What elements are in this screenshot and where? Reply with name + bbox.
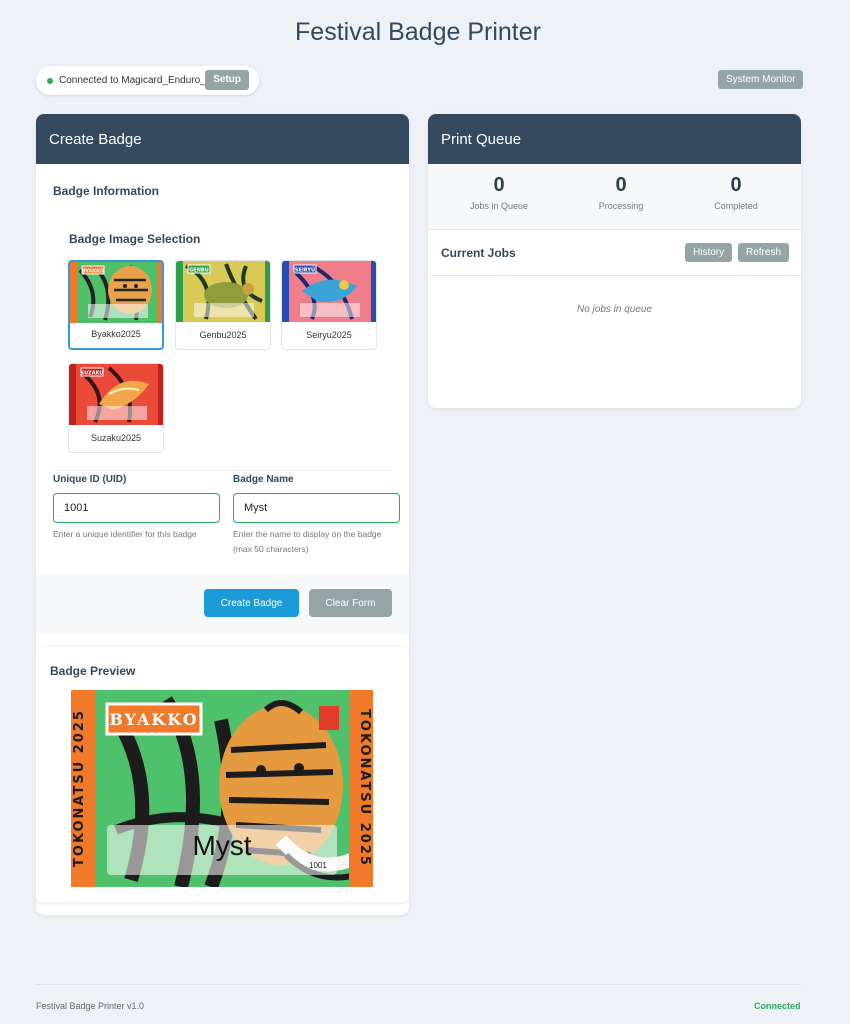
- connection-status: Connected to Magicard_Enduro_ Setup: [36, 66, 259, 95]
- badge-name-label: Badge Name: [233, 474, 294, 485]
- divider: [53, 470, 392, 471]
- badge-image-option[interactable]: SEIRYŪ Seiryu2025: [281, 260, 377, 350]
- thumb-label: Byakko2025: [91, 329, 141, 339]
- refresh-button[interactable]: Refresh: [738, 243, 790, 262]
- connection-text: Connected to Magicard_Enduro_: [59, 75, 206, 86]
- current-jobs-header: Current Jobs History Refresh: [428, 230, 801, 276]
- thumb-tag: SEIRYŪ: [295, 267, 315, 274]
- stat-label: Processing: [598, 201, 644, 211]
- badge-name-help: Enter the name to display on the badge (…: [233, 527, 381, 557]
- stat-value: 0: [730, 174, 742, 196]
- badge-image-option[interactable]: BYAKKO Byakko2025: [68, 260, 164, 350]
- footer-status: Connected: [754, 1001, 801, 1011]
- stat-label: Completed: [714, 201, 758, 211]
- badge-information-title: Badge Information: [53, 184, 160, 198]
- empty-queue-message: No jobs in queue: [576, 304, 653, 315]
- genbu-thumbnail: GENBU: [176, 261, 270, 322]
- seiryu-thumbnail: SEIRYŪ: [282, 261, 376, 322]
- badge-name-help-line1: Enter the name to display on the badge: [233, 529, 382, 539]
- thumb-tag: SUZAKU: [80, 371, 103, 377]
- thumb-label: Genbu2025: [199, 330, 247, 340]
- badge-image-option[interactable]: GENBU Genbu2025: [175, 260, 271, 350]
- byakko-thumbnail: BYAKKO: [70, 262, 162, 323]
- footer-divider: [36, 984, 801, 985]
- badge-preview-image: TOKONATSU 2025 TOKONATSU 2025 BYAKKO Mys…: [71, 690, 373, 890]
- print-queue-header: Print Queue: [428, 114, 801, 164]
- thumb-label: Suzaku2025: [90, 433, 142, 443]
- badge-name-help-line2: (max 50 characters): [233, 544, 309, 554]
- stat-processing: 0 Processing: [559, 174, 683, 211]
- badge-preview-name: Myst: [192, 830, 252, 861]
- create-badge-header: Create Badge: [36, 114, 409, 164]
- system-monitor-button[interactable]: System Monitor: [718, 70, 804, 89]
- badge-preview-uid: 1001: [309, 861, 327, 870]
- badge-preview-title: Badge Preview: [50, 664, 136, 678]
- stat-label: Jobs in Queue: [469, 201, 529, 211]
- uid-help: Enter a unique identifier for this badge: [53, 529, 197, 539]
- form-actions: Create Badge Clear Form: [36, 573, 409, 634]
- thumb-label: Seiryu2025: [306, 330, 352, 340]
- uid-input[interactable]: [53, 493, 220, 523]
- stat-value: 0: [615, 174, 627, 196]
- create-badge-card: Create Badge Badge Information Badge Ima…: [36, 114, 409, 915]
- badge-image-selection-title: Badge Image Selection: [69, 232, 201, 246]
- queue-stats: 0 Jobs in Queue 0 Processing 0 Completed: [428, 164, 801, 230]
- print-queue-card: Print Queue 0 Jobs in Queue 0 Processing…: [428, 114, 801, 408]
- thumb-tag: BYAKKO: [82, 269, 104, 275]
- page-title: Festival Badge Printer: [295, 18, 541, 46]
- footer-version: Festival Badge Printer v1.0: [36, 1001, 145, 1011]
- stat-jobs-in-queue: 0 Jobs in Queue: [437, 174, 561, 211]
- badge-preview-card: Badge Preview TOKONATSU 2025 TOKONATSU 2…: [36, 647, 409, 902]
- suzaku-thumbnail: SUZAKU: [69, 364, 163, 425]
- badge-name-input[interactable]: [233, 493, 400, 523]
- current-jobs-title: Current Jobs: [441, 246, 516, 260]
- thumb-tag: GENBU: [189, 268, 209, 274]
- badge-image-option[interactable]: SUZAKU Suzaku2025: [68, 363, 164, 453]
- stat-value: 0: [493, 174, 505, 196]
- uid-label: Unique ID (UID): [53, 474, 127, 485]
- stat-completed: 0 Completed: [674, 174, 798, 211]
- clear-form-button[interactable]: Clear Form: [309, 589, 392, 617]
- create-badge-button[interactable]: Create Badge: [204, 589, 299, 617]
- history-button[interactable]: History: [685, 243, 733, 262]
- setup-button[interactable]: Setup: [205, 70, 249, 90]
- status-dot-icon: [47, 77, 53, 84]
- badge-tag: BYAKKO: [109, 710, 198, 729]
